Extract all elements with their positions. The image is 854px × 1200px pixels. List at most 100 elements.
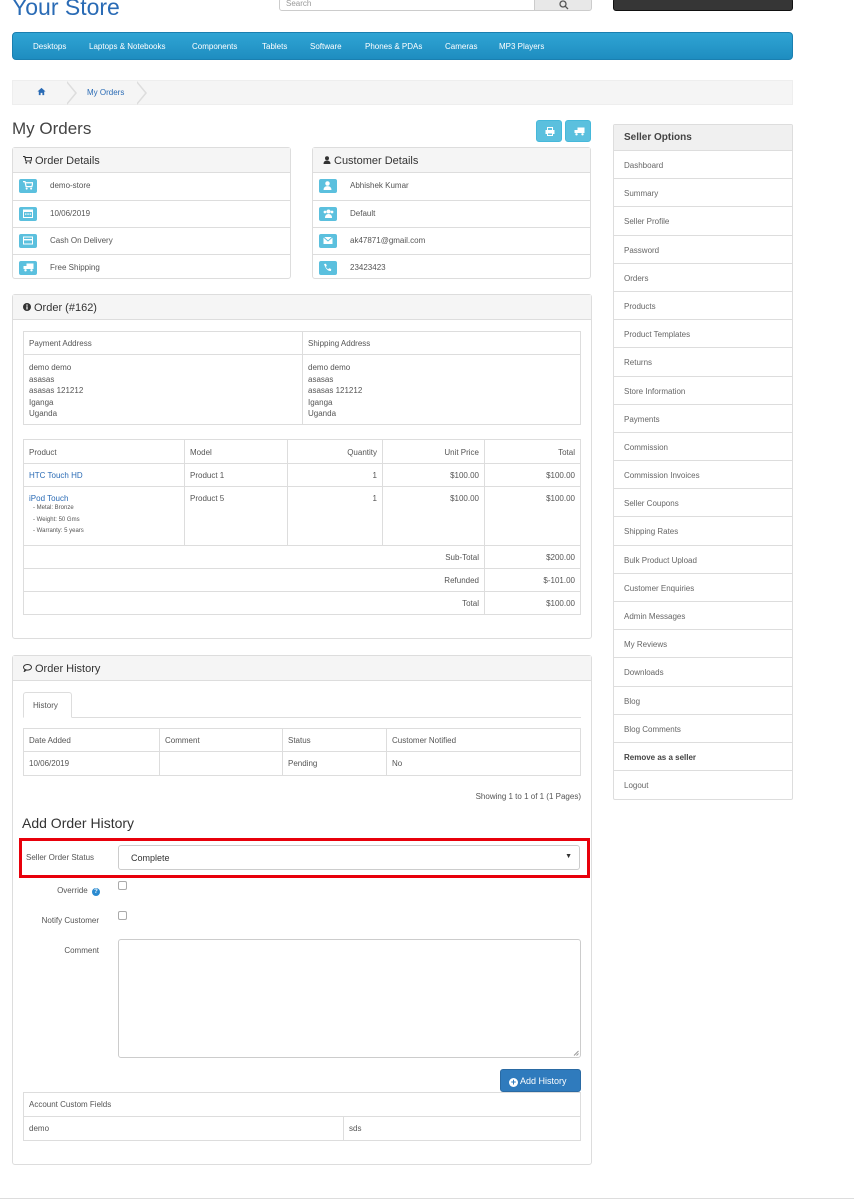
- payment-method: Cash On Delivery: [50, 236, 113, 245]
- order-details-panel: Order Details demo-store 10/06/2019 Cash…: [12, 147, 291, 279]
- totals-row: Sub-Total $200.00: [23, 545, 581, 569]
- address-line: asasas: [308, 374, 334, 384]
- seller-options-heading: Seller Options: [614, 125, 792, 151]
- address-line: Uganda: [29, 409, 58, 418]
- search-input[interactable]: Search: [279, 0, 535, 11]
- tab-history[interactable]: History: [23, 692, 72, 718]
- sidebar-item-commission[interactable]: Commission: [614, 433, 792, 462]
- resize-handle-icon[interactable]: [573, 1050, 579, 1056]
- order-history-title: Order History: [35, 663, 101, 675]
- order-store-row: demo-store: [13, 173, 290, 200]
- sidebar-item-orders[interactable]: Orders: [614, 264, 792, 292]
- shipping-address: demo demo asasas asasas 121212 Iganga Ug…: [302, 354, 581, 425]
- sidebar-item-products[interactable]: Products: [614, 292, 792, 321]
- custom-field-name: demo: [23, 1116, 344, 1141]
- menu-item-software[interactable]: Software: [310, 42, 342, 51]
- sidebar-item-product-templates[interactable]: Product Templates: [614, 320, 792, 349]
- shipping-button[interactable]: [565, 120, 591, 142]
- address-line: Iganga: [29, 397, 54, 407]
- address-line: Uganda: [308, 409, 337, 418]
- plus-circle-icon: +: [509, 1077, 518, 1087]
- product-model: Product 5: [184, 486, 288, 546]
- shipping-method: Free Shipping: [50, 263, 100, 272]
- breadcrumb-separator: [136, 81, 147, 105]
- sidebar-item-bulk-product-upload[interactable]: Bulk Product Upload: [614, 546, 792, 574]
- sidebar-item-blog-comments[interactable]: Blog Comments: [614, 715, 792, 743]
- column-header: Quantity: [287, 439, 383, 464]
- column-header: Comment: [159, 728, 283, 752]
- table-row: HTC Touch HD Product 1 1 $100.00 $100.00: [23, 463, 581, 487]
- customer-email-link[interactable]: ak47871@gmail.com: [350, 236, 425, 245]
- refunded-value: $-101.00: [484, 568, 581, 592]
- menu-item-mp3[interactable]: MP3 Players: [499, 42, 544, 51]
- sidebar-item-seller-coupons[interactable]: Seller Coupons: [614, 489, 792, 518]
- sidebar-item-payments[interactable]: Payments: [614, 405, 792, 433]
- sidebar-item-customer-enquiries[interactable]: Customer Enquiries: [614, 574, 792, 602]
- add-history-button[interactable]: + Add History: [500, 1069, 581, 1092]
- sidebar-item-dashboard[interactable]: Dashboard: [614, 151, 792, 180]
- sidebar-item-seller-profile[interactable]: Seller Profile: [614, 207, 792, 236]
- menu-item-components[interactable]: Components: [192, 42, 237, 51]
- history-notified: No: [386, 751, 581, 776]
- address-line: asasas 121212: [308, 386, 363, 395]
- menu-item-tablets[interactable]: Tablets: [262, 42, 287, 51]
- search-button[interactable]: [534, 0, 592, 11]
- column-header: Date Added: [23, 728, 160, 752]
- sidebar-item-shipping-rates[interactable]: Shipping Rates: [614, 517, 792, 546]
- shipping-method-row: Free Shipping: [13, 254, 290, 281]
- store-link[interactable]: demo-store: [50, 181, 90, 190]
- comment-textarea[interactable]: [118, 939, 581, 1058]
- sidebar-item-password[interactable]: Password: [614, 236, 792, 264]
- menu-item-laptops[interactable]: Laptops & Notebooks: [89, 42, 166, 51]
- print-icon: [545, 127, 555, 136]
- address-line: demo demo: [29, 363, 72, 372]
- user-icon: [319, 179, 337, 193]
- menu-item-cameras[interactable]: Cameras: [445, 42, 477, 51]
- print-invoice-button[interactable]: [536, 120, 562, 142]
- sidebar-item-summary[interactable]: Summary: [614, 179, 792, 208]
- add-history-title: Add Order History: [22, 815, 135, 831]
- info-circle-icon: [23, 302, 31, 314]
- total-value: $100.00: [484, 591, 581, 615]
- payment-address-header: Payment Address: [23, 331, 303, 355]
- sidebar-item-my-reviews[interactable]: My Reviews: [614, 630, 792, 659]
- sidebar-item-downloads[interactable]: Downloads: [614, 658, 792, 687]
- sidebar-item-remove-seller[interactable]: Remove as a seller: [614, 743, 792, 772]
- product-total: $100.00: [484, 463, 581, 487]
- payment-method-row: Cash On Delivery: [13, 227, 290, 254]
- customer-group-row: Default: [313, 200, 590, 227]
- history-status: Pending: [282, 751, 387, 776]
- help-icon[interactable]: ?: [92, 888, 100, 896]
- breadcrumb: My Orders: [12, 80, 793, 105]
- breadcrumb-my-orders[interactable]: My Orders: [87, 88, 124, 97]
- product-option: - Weight: 50 Gms: [33, 516, 80, 523]
- override-checkbox[interactable]: [118, 881, 127, 890]
- override-label: Override ?: [30, 886, 100, 896]
- column-header: Total: [484, 439, 581, 464]
- history-comment: [159, 751, 283, 776]
- customer-phone: 23423423: [350, 263, 386, 272]
- notify-checkbox[interactable]: [118, 911, 127, 920]
- payment-address: demo demo asasas asasas 121212 Iganga Ug…: [23, 354, 303, 425]
- main-menu: Desktops Laptops & Notebooks Components …: [12, 32, 793, 60]
- cart-button[interactable]: [613, 0, 793, 11]
- footer-divider: [0, 1198, 854, 1199]
- tab-underline: [23, 717, 581, 718]
- sidebar-item-admin-messages[interactable]: Admin Messages: [614, 602, 792, 631]
- menu-item-phones[interactable]: Phones & PDAs: [365, 42, 422, 51]
- menu-item-desktops[interactable]: Desktops: [33, 42, 66, 51]
- sidebar-item-blog[interactable]: Blog: [614, 687, 792, 715]
- address-table: Payment Address Shipping Address demo de…: [23, 331, 581, 425]
- sidebar-item-store-information[interactable]: Store Information: [614, 377, 792, 405]
- truck-icon: [19, 261, 37, 275]
- store-title[interactable]: Your Store: [12, 0, 120, 21]
- product-option: - Warranty: 5 years: [33, 528, 84, 534]
- product-link[interactable]: HTC Touch HD: [29, 471, 83, 480]
- sidebar-item-returns[interactable]: Returns: [614, 348, 792, 377]
- product-price: $100.00: [382, 486, 485, 546]
- sidebar-item-logout[interactable]: Logout: [614, 771, 792, 799]
- home-icon[interactable]: [37, 87, 46, 98]
- sidebar-item-commission-invoices[interactable]: Commission Invoices: [614, 461, 792, 490]
- total-label: Total: [23, 591, 485, 615]
- product-link[interactable]: iPod Touch: [29, 494, 179, 503]
